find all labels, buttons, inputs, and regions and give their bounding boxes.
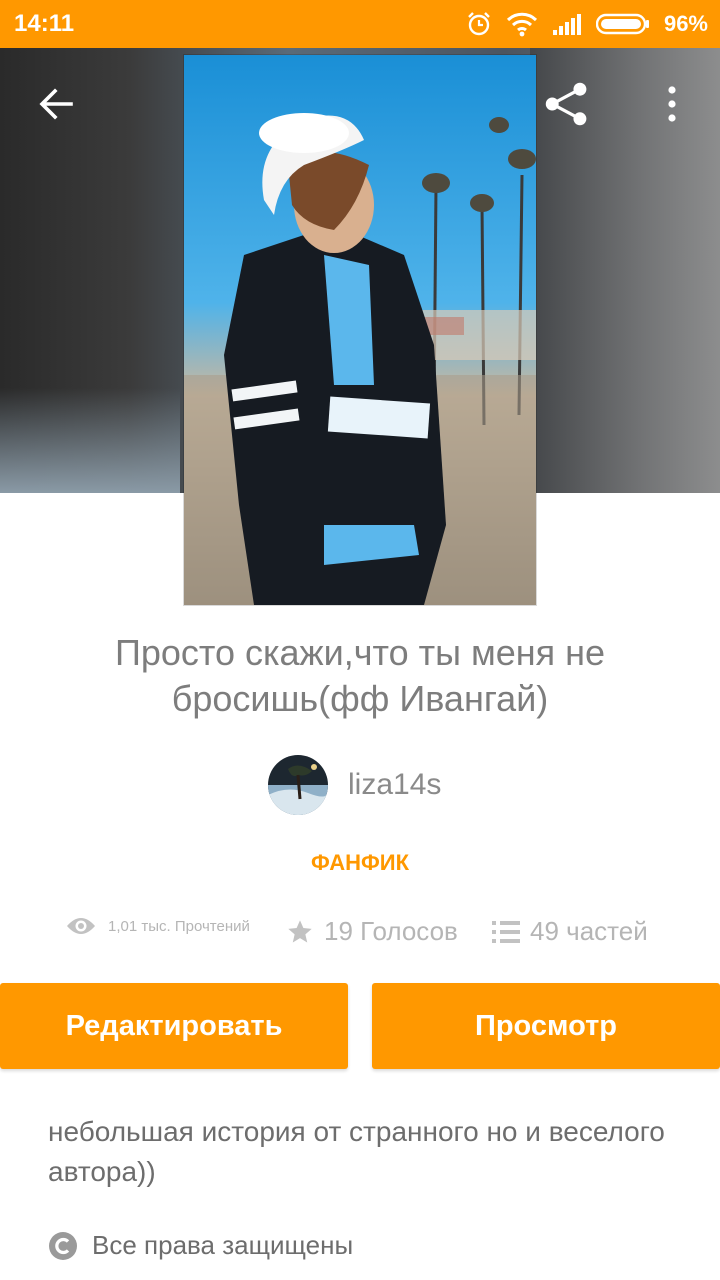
category-label[interactable]: ФАНФИК bbox=[0, 850, 720, 876]
status-time: 14:11 bbox=[14, 10, 75, 37]
avatar[interactable] bbox=[268, 755, 328, 815]
list-icon bbox=[492, 920, 520, 943]
story-stats: 1,01 тыс. Прочтений 19 Голосов 49 частей bbox=[0, 912, 720, 958]
battery-percent: 96% bbox=[663, 11, 708, 36]
backdrop-blur-left bbox=[0, 388, 180, 493]
star-icon bbox=[288, 919, 312, 942]
parts-count: 49 частей bbox=[530, 916, 648, 946]
author-name[interactable]: liza14s bbox=[348, 768, 441, 802]
battery-icon bbox=[595, 13, 649, 35]
reads-stat: 1,01 тыс. Прочтений bbox=[66, 916, 250, 936]
edit-button[interactable]: Редактировать bbox=[0, 983, 348, 1069]
more-options-button[interactable] bbox=[648, 80, 696, 128]
story-cover[interactable] bbox=[184, 55, 536, 605]
back-button[interactable] bbox=[32, 80, 80, 128]
status-icons: 96% bbox=[466, 8, 708, 40]
status-bar: 14:11 96% bbox=[0, 0, 720, 48]
story-title-line2: бросишь(фф Ивангай) bbox=[171, 678, 549, 719]
author-avatar-image bbox=[268, 755, 328, 815]
eye-icon bbox=[67, 918, 95, 934]
story-description: небольшая история от странного но и весе… bbox=[48, 1116, 665, 1187]
share-button[interactable] bbox=[543, 80, 591, 128]
reads-count: 1,01 тыс. Прочтений bbox=[108, 917, 250, 935]
story-title: Просто скажи,что ты меня не бросишь(фф И… bbox=[40, 630, 680, 722]
copyright-icon bbox=[49, 1231, 77, 1260]
view-button[interactable]: Просмотр bbox=[372, 983, 720, 1069]
arrow-left-icon bbox=[39, 88, 73, 120]
copyright-row: Все права защищены bbox=[48, 1230, 353, 1261]
story-title-line1: Просто скажи,что ты меня не bbox=[114, 632, 606, 673]
parts-stat: 49 частей bbox=[492, 916, 648, 947]
more-vert-icon bbox=[668, 86, 676, 122]
author-row[interactable]: liza14s bbox=[268, 754, 441, 816]
alarm-icon bbox=[468, 12, 490, 36]
cover-photo bbox=[184, 55, 536, 605]
votes-count: 19 Голосов bbox=[324, 916, 458, 946]
wifi-icon bbox=[506, 12, 538, 37]
votes-stat: 19 Голосов bbox=[286, 916, 458, 947]
signal-icon bbox=[552, 14, 581, 35]
share-icon bbox=[545, 82, 587, 126]
copyright-label: Все права защищены bbox=[92, 1230, 354, 1260]
